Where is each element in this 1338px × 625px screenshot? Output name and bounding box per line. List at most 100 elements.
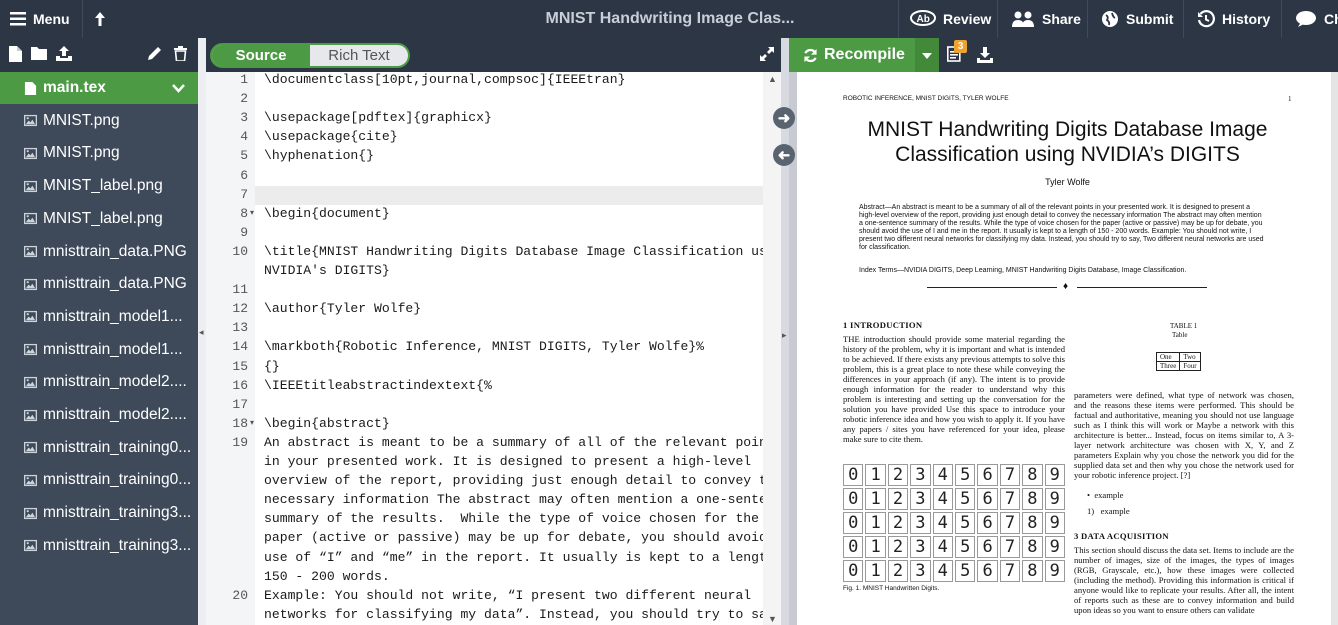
- file-name: MNIST_label.png: [43, 209, 163, 227]
- digit-sample: 2: [887, 464, 909, 486]
- rename-pencil-icon[interactable]: [148, 46, 162, 60]
- review-button[interactable]: Ab Review: [910, 0, 991, 38]
- separator-right: [1077, 287, 1207, 288]
- digit-sample: 1: [865, 464, 886, 486]
- digit-sample: 6: [977, 536, 998, 558]
- history-button[interactable]: History: [1197, 0, 1270, 38]
- editor-mode-toggle[interactable]: Source Rich Text: [210, 43, 410, 68]
- code-text: \begin{document}: [264, 205, 390, 221]
- image-file-icon: [24, 540, 37, 552]
- scroll-down-arrow-icon[interactable]: ▼: [768, 614, 777, 624]
- recompile-options-dropdown[interactable]: [915, 38, 939, 72]
- sync-to-pdf-arrow-icon[interactable]: ➜: [773, 107, 795, 129]
- code-text: \author{Tyler Wolfe}: [264, 301, 422, 317]
- digit-sample: 6: [977, 464, 998, 486]
- file-item[interactable]: MNIST.png: [0, 137, 198, 169]
- image-file-icon: [24, 278, 37, 290]
- image-file-icon: [24, 147, 37, 159]
- code-text: An abstract is meant to be a summary of …: [264, 434, 763, 450]
- file-item[interactable]: MNIST_label.png: [0, 203, 198, 235]
- file-name: mnisttrain_model2....: [43, 406, 187, 423]
- file-item[interactable]: mnisttrain_training3...: [0, 497, 198, 529]
- code-text: \markboth{Robotic Inference, MNIST DIGIT…: [264, 339, 705, 355]
- digit-sample: 9: [1044, 512, 1065, 534]
- digit-sample: 5: [954, 464, 976, 486]
- logs-button[interactable]: 3: [947, 40, 967, 67]
- separator-diamond-icon: ♦: [1063, 281, 1069, 292]
- digit-sample: 7: [999, 464, 1021, 486]
- new-folder-icon[interactable]: [31, 46, 47, 60]
- history-icon: [1197, 10, 1215, 28]
- chat-button[interactable]: Ch: [1295, 0, 1338, 38]
- file-item[interactable]: mnisttrain_training0...: [0, 432, 198, 464]
- file-name: mnisttrain_training3...: [43, 536, 192, 554]
- share-button[interactable]: Share: [1011, 0, 1081, 38]
- file-name: mnisttrain_model2....: [43, 373, 187, 391]
- paper-abstract: Abstract—An abstract is meant to be a su…: [859, 204, 1264, 251]
- svg-text:Ab: Ab: [917, 14, 930, 25]
- delete-trash-icon[interactable]: [174, 46, 187, 61]
- pdf-page[interactable]: ROBOTIC INFERENCE, MNIST DIGITS, TYLER W…: [797, 72, 1338, 625]
- bullet-list-item: • example: [1087, 490, 1124, 500]
- digit-sample: 4: [932, 512, 953, 534]
- image-file-icon: [24, 245, 37, 258]
- line-number: 2: [240, 91, 248, 107]
- scroll-up-arrow-icon[interactable]: ▲: [768, 74, 777, 84]
- code-text: summary of the results. While the type o…: [264, 511, 760, 527]
- file-item[interactable]: mnisttrain_data.PNG: [0, 236, 198, 268]
- submit-label: Submit: [1126, 11, 1174, 27]
- active-line-highlight: [255, 186, 763, 205]
- fold-arrow-icon[interactable]: ▾: [250, 414, 254, 433]
- new-file-icon[interactable]: [9, 46, 22, 62]
- collapse-left-arrow-icon[interactable]: ◂: [199, 327, 204, 338]
- globe-icon: [1102, 11, 1118, 27]
- project-title[interactable]: MNIST Handwriting Image Clas...: [450, 0, 890, 38]
- submit-button[interactable]: Submit: [1101, 0, 1173, 38]
- file-item[interactable]: MNIST_label.png: [0, 170, 198, 202]
- line-number: 3: [240, 110, 248, 126]
- digit-sample: 7: [999, 536, 1021, 558]
- file-name: MNIST_label.png: [43, 177, 163, 195]
- digit-sample: 0: [843, 464, 864, 486]
- running-header: ROBOTIC INFERENCE, MNIST DIGITS, TYLER W…: [843, 95, 1009, 102]
- digit-sample: 1: [865, 488, 886, 510]
- file-item[interactable]: mnisttrain_training3...: [0, 530, 198, 562]
- digit-sample: 3: [910, 536, 931, 558]
- digit-sample: 8: [1022, 464, 1043, 486]
- file-item[interactable]: mnisttrain_model2....: [0, 399, 198, 431]
- digit-sample: 7: [999, 512, 1021, 534]
- file-item[interactable]: MNIST.png: [0, 105, 198, 137]
- digit-sample: 1: [865, 560, 886, 582]
- digit-sample: 6: [977, 488, 998, 510]
- digit-sample: 5: [954, 560, 976, 582]
- collapse-right-arrow-icon[interactable]: ▸: [782, 330, 787, 341]
- source-mode-tab[interactable]: Source: [212, 45, 310, 66]
- upload-icon[interactable]: [56, 46, 72, 61]
- digit-sample: 0: [843, 488, 864, 510]
- file-item[interactable]: mnisttrain_training0...: [0, 464, 198, 496]
- image-file-icon: [24, 115, 37, 127]
- table-cell: Three: [1155, 361, 1181, 371]
- mnist-digits-figure: 0123456789012345678901234567890123456789…: [843, 464, 1065, 582]
- expand-icon[interactable]: [760, 47, 774, 61]
- file-item[interactable]: mnisttrain_model1...: [0, 334, 198, 366]
- digit-sample: 1: [865, 512, 886, 534]
- menu-button[interactable]: Menu: [10, 0, 70, 38]
- digit-sample: 0: [843, 512, 864, 534]
- upload-arrow-button[interactable]: [94, 0, 106, 38]
- code-editor[interactable]: 1 \documentclass[10pt,journal,compsoc]{IE…: [206, 72, 763, 625]
- sync-to-code-arrow-icon[interactable]: ➜: [773, 144, 795, 166]
- file-item-active[interactable]: main.tex: [0, 72, 198, 104]
- fold-arrow-icon[interactable]: ▾: [250, 204, 254, 223]
- figure-caption: Fig. 1. MNIST Handwritten Digits.: [843, 585, 940, 592]
- rich-text-mode-tab[interactable]: Rich Text: [310, 45, 408, 66]
- pdf-scrollbar[interactable]: [1331, 72, 1338, 625]
- line-number: 19: [232, 434, 248, 450]
- file-item[interactable]: mnisttrain_data.PNG: [0, 268, 198, 300]
- paper-title-line-2: Classification using NVIDIA’s DIGITS: [895, 143, 1240, 166]
- recompile-label: Recompile: [824, 46, 905, 63]
- download-pdf-icon[interactable]: [977, 47, 993, 63]
- file-item[interactable]: mnisttrain_model2....: [0, 366, 198, 398]
- file-item[interactable]: mnisttrain_model1...: [0, 301, 198, 333]
- chevron-down-icon[interactable]: [172, 84, 185, 93]
